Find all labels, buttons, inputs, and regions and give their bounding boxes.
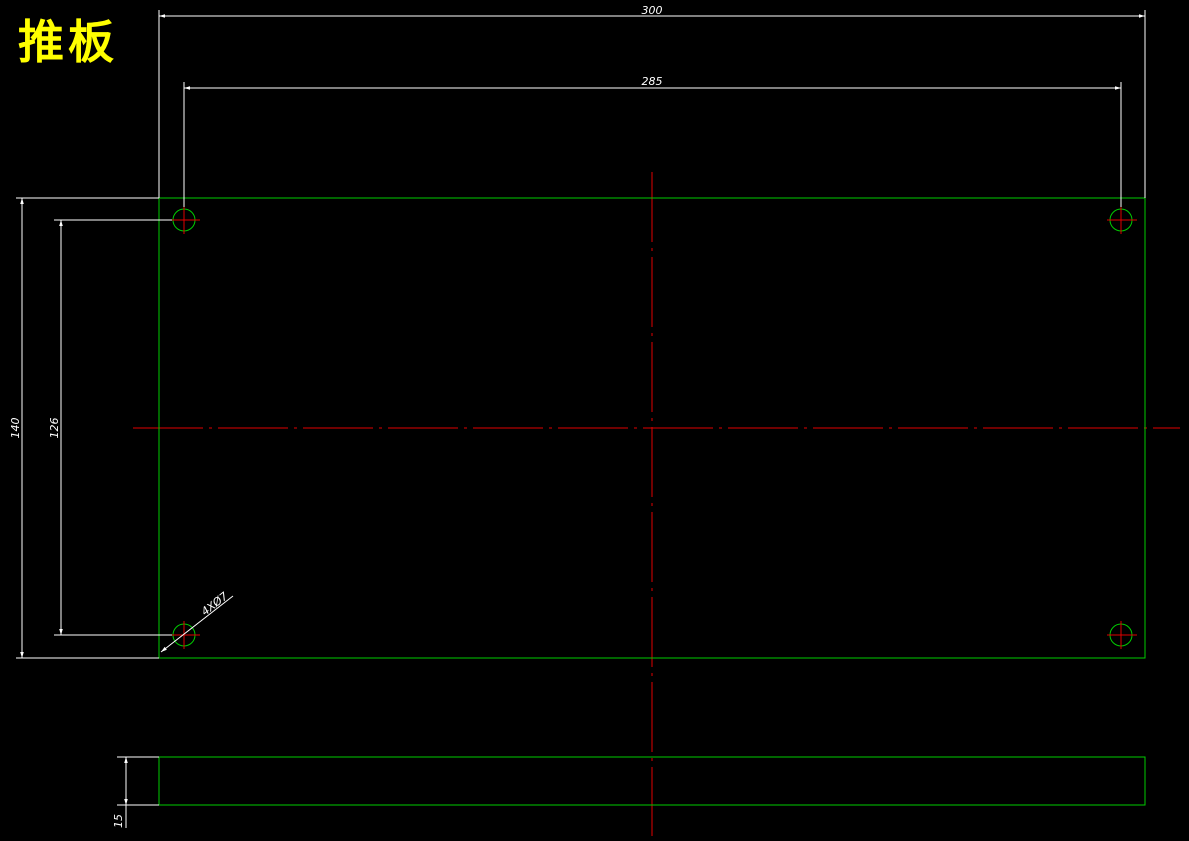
hole-top-left bbox=[170, 206, 200, 234]
dim-hole-spacing-x-label: 285 bbox=[642, 75, 663, 88]
hole-callout-label: 4XØ7 bbox=[199, 590, 231, 619]
centerlines bbox=[133, 172, 1180, 836]
cad-drawing: 300 285 140 126 4XØ7 15 bbox=[9, 4, 1180, 836]
dim-overall-width bbox=[158, 10, 1146, 198]
dim-overall-width-label: 300 bbox=[642, 4, 663, 17]
hole-bottom-right bbox=[1107, 621, 1137, 649]
hole-top-right bbox=[1107, 206, 1137, 234]
dim-hole-spacing-y-label: 126 bbox=[48, 418, 61, 439]
dim-overall-height-label: 140 bbox=[9, 418, 22, 439]
dim-thickness-label: 15 bbox=[112, 814, 125, 828]
